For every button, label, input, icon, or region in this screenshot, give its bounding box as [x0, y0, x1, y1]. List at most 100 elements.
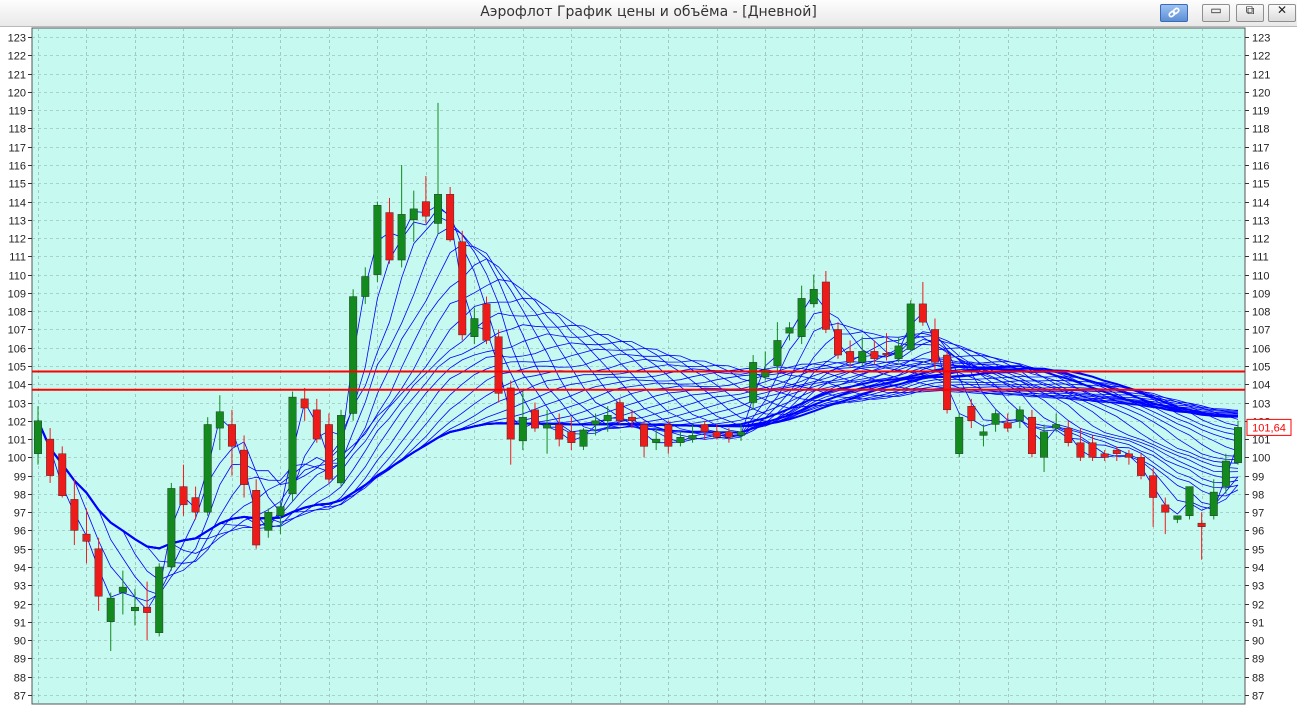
tick-label-right: 113: [1252, 216, 1270, 228]
bull-candle: [906, 303, 915, 350]
bull-candle: [1173, 515, 1182, 520]
tick-label-left: 118: [8, 124, 26, 136]
y-axis-right: 8788899091929394959697989910010110210310…: [1245, 33, 1270, 703]
tick-label-left: 97: [14, 508, 26, 520]
tick-label-left: 95: [14, 545, 26, 557]
bull-candle: [1040, 431, 1049, 458]
bear-candle: [1161, 504, 1170, 513]
bear-candle: [627, 416, 636, 422]
restore-icon: ⧉: [1245, 3, 1255, 17]
bear-candle: [458, 241, 467, 336]
title-bar[interactable]: Аэрофлот График цены и объёма - [Дневной…: [0, 0, 1297, 27]
bear-candle: [846, 351, 855, 363]
tick-label-left: 103: [8, 399, 26, 411]
bear-candle: [94, 548, 103, 597]
tick-label-left: 123: [8, 33, 26, 45]
tick-label-right: 99: [1252, 472, 1264, 484]
bear-candle: [191, 497, 200, 513]
bear-candle: [931, 329, 939, 363]
tick-label-right: 88: [1252, 673, 1264, 685]
bull-candle: [118, 586, 127, 593]
bear-candle: [834, 329, 842, 356]
restore-button[interactable]: ⧉: [1236, 3, 1264, 22]
price-chart[interactable]: 87 88 89 90 91 92 93 94 95 96 97 98 99 100 101 102 103 10…: [0, 27, 1297, 713]
tick-label-left: 119: [8, 106, 26, 118]
bull-candle: [737, 431, 745, 436]
window-title: Аэрофлот График цены и объёма - [Дневной…: [480, 4, 817, 20]
tick-label-left: 116: [8, 161, 26, 173]
bull-candle: [676, 437, 685, 443]
bear-candle: [227, 424, 236, 447]
bear-candle: [712, 431, 721, 438]
tick-label-left: 89: [14, 654, 26, 666]
tick-label-right: 122: [1252, 51, 1270, 63]
bull-candle: [518, 416, 527, 442]
tick-label-left: 120: [8, 88, 26, 100]
tick-label-left: 114: [8, 198, 26, 210]
bear-candle: [1100, 453, 1109, 458]
tick-label-right: 100: [1252, 453, 1270, 465]
minimize-button[interactable]: ▭: [1202, 3, 1230, 22]
bull-candle: [543, 424, 552, 429]
bull-candle: [276, 506, 285, 517]
bull-candle: [688, 435, 697, 440]
y-axis-left: 87 88 89 90 91 92 93 94 95 96 97 98 99 100 101 102 103 10…: [8, 33, 32, 703]
tick-label-left: 121: [8, 70, 26, 82]
tick-label-left: 90: [14, 636, 26, 648]
bull-candle: [1234, 427, 1242, 464]
tick-label-left: 99: [14, 472, 26, 484]
bull-candle: [991, 413, 1000, 425]
bear-candle: [967, 405, 976, 422]
bull-candle: [203, 424, 212, 513]
tick-label-right: 89: [1252, 654, 1264, 666]
bear-candle: [1149, 475, 1158, 498]
tick-label-right: 90: [1252, 636, 1264, 648]
bear-candle: [312, 409, 321, 440]
bear-candle: [1112, 449, 1121, 454]
bear-candle: [724, 431, 733, 438]
bull-candle: [979, 431, 988, 436]
bull-candle: [373, 205, 382, 275]
tick-label-left: 113: [8, 216, 26, 228]
bull-candle: [397, 214, 406, 261]
bull-candle: [809, 289, 818, 305]
bull-candle: [1209, 491, 1218, 517]
bull-candle: [131, 606, 139, 612]
tick-label-left: 100: [8, 453, 26, 465]
plot-area[interactable]: [31, 27, 1246, 705]
bull-candle: [773, 340, 782, 367]
last-price-label: 101,64: [1252, 422, 1286, 434]
tick-label-left: 109: [8, 289, 26, 301]
bull-candle: [288, 396, 297, 495]
tick-label-right: 87: [1252, 691, 1264, 703]
bull-candle: [749, 362, 758, 403]
minimize-icon: ▭: [1210, 3, 1222, 17]
bull-candle: [434, 194, 442, 224]
tick-label-left: 122: [8, 51, 26, 63]
bear-candle: [821, 281, 830, 330]
bull-candle: [591, 420, 600, 425]
bear-candle: [482, 303, 491, 341]
bear-candle: [531, 409, 539, 429]
tick-label-right: 120: [1252, 88, 1270, 100]
bear-candle: [46, 438, 55, 476]
tick-label-left: 88: [14, 673, 26, 685]
bear-candle: [324, 424, 333, 480]
bull-candle: [1015, 409, 1024, 422]
bull-candle: [34, 420, 42, 454]
tick-label-left: 105: [8, 362, 26, 374]
bear-candle: [918, 303, 927, 323]
tick-label-left: 101: [8, 435, 26, 447]
tick-label-right: 96: [1252, 526, 1264, 538]
link-button[interactable]: [1160, 4, 1188, 22]
tick-label-right: 101: [1252, 435, 1270, 447]
bull-candle: [349, 296, 358, 414]
tick-label-right: 97: [1252, 508, 1264, 520]
tick-label-left: 112: [8, 234, 26, 246]
close-button[interactable]: ✕: [1268, 3, 1296, 22]
bear-candle: [506, 387, 515, 440]
tick-label-left: 102: [8, 417, 26, 429]
tick-label-left: 93: [14, 581, 26, 593]
tick-label-right: 110: [1252, 271, 1270, 283]
tick-label-right: 94: [1252, 563, 1264, 575]
